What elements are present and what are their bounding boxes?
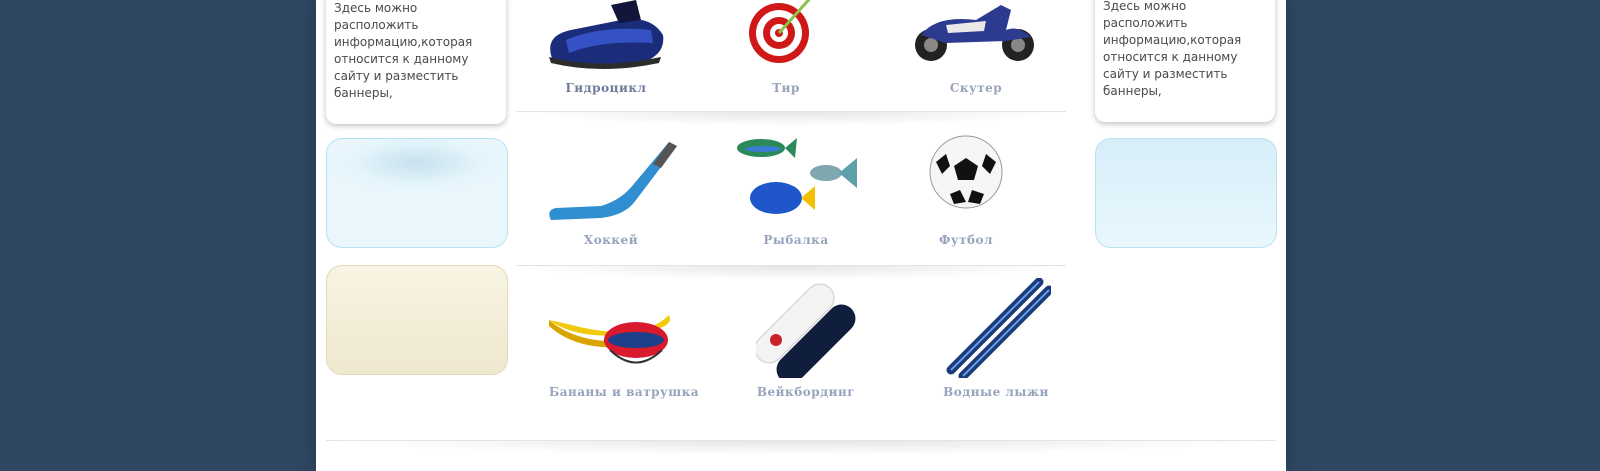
product-label: Вейкбординг	[756, 385, 856, 399]
left-banner-cream[interactable]	[326, 265, 508, 375]
footer-separator	[326, 440, 1276, 455]
wakeboard-icon	[756, 283, 856, 378]
jet-ski-icon	[549, 0, 664, 69]
product-label: Бананы и ватрушка	[548, 385, 700, 399]
product-label: Тир	[772, 81, 800, 95]
left-banner-blue[interactable]	[326, 138, 508, 248]
fish-icon	[737, 138, 857, 214]
hockey-stick-icon	[549, 142, 677, 220]
banana-boat-icon	[549, 315, 670, 364]
water-skis-icon	[946, 278, 1051, 378]
left-info-text: Здесь можно расположить информацию,котор…	[334, 1, 473, 100]
content-page: Здесь можно расположить информацию,котор…	[316, 0, 1286, 471]
right-banner-blue[interactable]	[1095, 138, 1277, 248]
target-icon	[749, 0, 811, 63]
product-label: Скутер	[949, 81, 1003, 95]
right-info-box: Здесь можно расположить информацию,котор…	[1095, 0, 1275, 122]
product-label: Футбол	[939, 233, 993, 247]
soccer-ball-icon	[929, 135, 1003, 209]
scooter-icon	[915, 5, 1034, 61]
right-info-text: Здесь можно расположить информацию,котор…	[1103, 0, 1242, 98]
product-label: Хоккей	[583, 233, 639, 247]
left-info-box: Здесь можно расположить информацию,котор…	[326, 0, 506, 124]
product-label: Гидроцикл	[565, 81, 647, 95]
row-separator	[516, 111, 1066, 126]
product-label: Водные лыжи	[943, 385, 1049, 399]
